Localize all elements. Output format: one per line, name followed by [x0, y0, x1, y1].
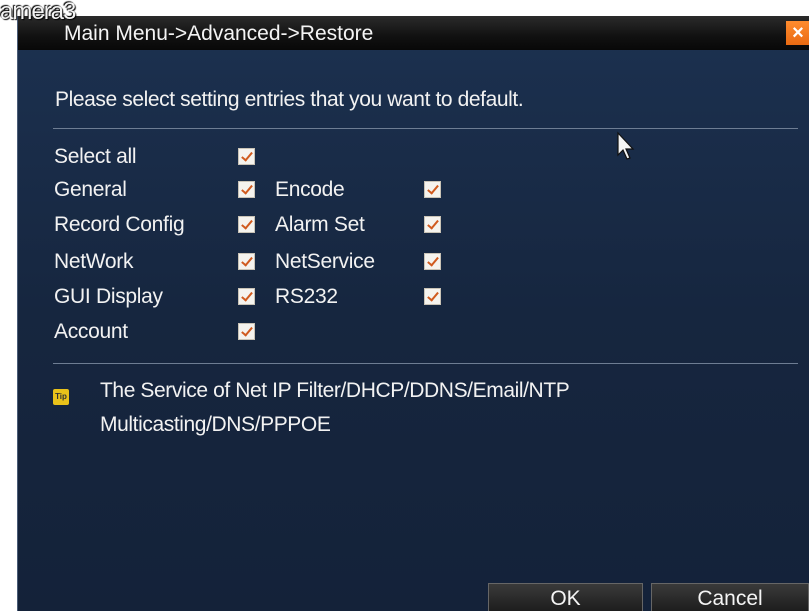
netservice-checkbox[interactable]	[424, 253, 441, 270]
account-checkbox[interactable]	[238, 323, 255, 340]
general-label: General	[54, 178, 127, 201]
close-button[interactable]: ×	[786, 21, 809, 45]
gui-display-checkbox[interactable]	[238, 288, 255, 305]
window-title: Main Menu->Advanced->Restore	[64, 22, 374, 45]
screen: amera3 Main Menu->Advanced->Restore × Pl…	[0, 0, 809, 611]
divider-top	[53, 128, 798, 129]
info-icon: Tip	[53, 389, 69, 405]
title-bar: Main Menu->Advanced->Restore ×	[18, 16, 809, 50]
netservice-label: NetService	[275, 250, 375, 273]
camera-overlay-text: amera3	[0, 0, 76, 25]
network-checkbox[interactable]	[238, 253, 255, 270]
mouse-cursor-icon	[617, 131, 635, 160]
encode-label: Encode	[275, 178, 345, 201]
ok-button[interactable]: OK	[488, 583, 643, 611]
gui-display-label: GUI Display	[54, 285, 163, 308]
instruction-text: Please select setting entries that you w…	[55, 88, 524, 111]
info-text-line2: Multicasting/DNS/PPPOE	[100, 413, 331, 436]
rs232-checkbox[interactable]	[424, 288, 441, 305]
cancel-button[interactable]: Cancel	[651, 583, 809, 611]
select-all-label: Select all	[54, 145, 137, 168]
record-config-checkbox[interactable]	[238, 216, 255, 233]
info-text-line1: The Service of Net IP Filter/DHCP/DDNS/E…	[100, 379, 570, 402]
rs232-label: RS232	[275, 285, 338, 308]
record-config-label: Record Config	[54, 213, 185, 236]
general-checkbox[interactable]	[238, 181, 255, 198]
divider-bottom	[53, 363, 798, 364]
account-label: Account	[54, 320, 128, 343]
restore-dialog: Main Menu->Advanced->Restore × Please se…	[17, 16, 809, 611]
select-all-checkbox[interactable]	[238, 148, 255, 165]
network-label: NetWork	[54, 250, 134, 273]
alarm-set-label: Alarm Set	[275, 213, 365, 236]
encode-checkbox[interactable]	[424, 181, 441, 198]
alarm-set-checkbox[interactable]	[424, 216, 441, 233]
